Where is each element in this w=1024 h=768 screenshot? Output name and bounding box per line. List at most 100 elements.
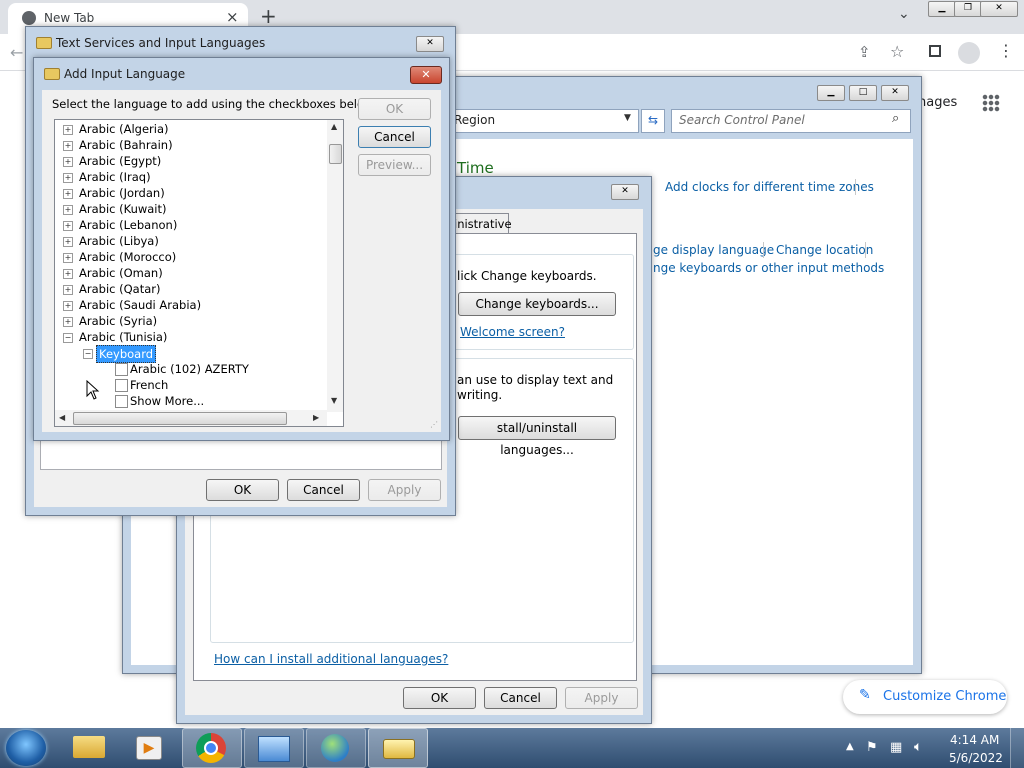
volume-icon[interactable]: 🔈︎	[914, 739, 922, 755]
preview-button[interactable]: Preview...	[358, 154, 431, 176]
keyboard-option-checkbox[interactable]	[115, 395, 128, 408]
clock-date[interactable]: 5/6/2022	[949, 751, 1003, 765]
cp-minimize-button[interactable]: ▁	[817, 85, 845, 101]
chrome-menu-icon[interactable]: ⋮	[998, 41, 1014, 60]
change-location-link[interactable]: Change location	[776, 243, 873, 257]
region-close-button[interactable]: ✕	[611, 184, 639, 200]
images-link-partial[interactable]: nages	[918, 95, 957, 110]
show-desktop-button[interactable]	[1010, 728, 1024, 768]
action-center-flag-icon[interactable]: ⚑	[866, 740, 878, 755]
text-services-close-button[interactable]: ✕	[416, 36, 444, 52]
customize-chrome-button[interactable]: ✎ Customize Chrome	[843, 680, 1007, 714]
tree-language-item[interactable]: Arabic (Qatar)	[79, 281, 160, 297]
taskbar-chrome-button[interactable]	[182, 728, 242, 768]
share-icon[interactable]: ⇪	[858, 43, 871, 61]
ts-ok-button[interactable]: OK	[206, 479, 279, 501]
tree-expand-icon[interactable]: +	[63, 173, 73, 183]
taskbar-keyboard-button[interactable]	[368, 728, 428, 768]
scroll-left-arrow-icon[interactable]: ◀	[59, 413, 65, 422]
tree-language-item[interactable]: Arabic (Egypt)	[79, 153, 161, 169]
change-keyboards-link[interactable]: nge keyboards or other input methods	[653, 261, 884, 275]
tree-vertical-scrollbar[interactable]: ▲ ▼	[327, 120, 343, 412]
region-cancel-button[interactable]: Cancel	[484, 687, 557, 709]
tree-expand-icon[interactable]: +	[63, 301, 73, 311]
keyboard-option-checkbox[interactable]	[115, 363, 128, 376]
tree-expand-icon[interactable]: +	[63, 253, 73, 263]
tree-expand-icon[interactable]: +	[63, 221, 73, 231]
tray-expand-icon[interactable]: ▲	[846, 741, 854, 752]
tree-collapse-icon[interactable]: −	[83, 349, 93, 359]
taskbar-explorer-button[interactable]	[60, 728, 118, 766]
region-ok-button[interactable]: OK	[403, 687, 476, 709]
tab-administrative[interactable]: inistrative	[447, 213, 512, 234]
tree-language-item[interactable]: Arabic (Kuwait)	[79, 201, 167, 217]
scroll-up-arrow-icon[interactable]: ▲	[331, 122, 337, 131]
keyboard-option-checkbox[interactable]	[115, 379, 128, 392]
cp-address-bar[interactable]: Region ▼	[449, 109, 639, 133]
tree-horizontal-scrollbar[interactable]: ◀ ▶	[55, 410, 327, 426]
tree-expand-icon[interactable]: +	[63, 189, 73, 199]
chrome-minimize-button[interactable]: ▁	[928, 1, 956, 17]
tree-language-item[interactable]: Arabic (Libya)	[79, 233, 159, 249]
new-tab-icon[interactable]: +	[260, 4, 277, 28]
ts-cancel-button[interactable]: Cancel	[287, 479, 360, 501]
tree-language-item[interactable]: Arabic (Jordan)	[79, 185, 165, 201]
chrome-restore-button[interactable]: ❐	[954, 1, 982, 17]
search-icon[interactable]: ⌕	[892, 111, 899, 126]
back-arrow-icon[interactable]: ←	[10, 43, 23, 62]
keyboard-option-label[interactable]: Show More...	[130, 393, 204, 409]
tree-language-item[interactable]: Arabic (Morocco)	[79, 249, 176, 265]
scroll-right-arrow-icon[interactable]: ▶	[313, 413, 319, 422]
tree-language-item[interactable]: Arabic (Tunisia)	[79, 329, 167, 345]
taskbar-control-panel-button[interactable]	[244, 728, 304, 768]
cp-refresh-button[interactable]: ⇆	[641, 109, 665, 133]
tree-expand-icon[interactable]: +	[63, 205, 73, 215]
tree-language-item[interactable]: Arabic (Bahrain)	[79, 137, 173, 153]
cp-maximize-button[interactable]: □	[849, 85, 877, 101]
add-input-ok-button[interactable]: OK	[358, 98, 431, 120]
cp-close-button[interactable]: ✕	[881, 85, 909, 101]
scroll-down-arrow-icon[interactable]: ▼	[331, 396, 337, 405]
tree-expand-icon[interactable]: +	[63, 125, 73, 135]
hscroll-thumb[interactable]	[73, 412, 287, 425]
ts-apply-button[interactable]: Apply	[368, 479, 441, 501]
tree-expand-icon[interactable]: +	[63, 269, 73, 279]
tree-collapse-icon[interactable]: −	[63, 333, 73, 343]
profile-avatar-icon[interactable]	[958, 42, 980, 64]
keyboard-option-label[interactable]: Arabic (102) AZERTY	[130, 361, 249, 377]
change-display-language-link[interactable]: ge display language	[653, 243, 774, 257]
bookmark-star-icon[interactable]: ☆	[890, 42, 904, 61]
add-clocks-link[interactable]: Add clocks for different time zones	[665, 180, 874, 194]
clock-time[interactable]: 4:14 AM	[950, 733, 999, 747]
google-apps-icon[interactable]	[982, 94, 1000, 112]
keyboard-option-label[interactable]: French	[130, 377, 168, 393]
tree-language-item[interactable]: Arabic (Saudi Arabia)	[79, 297, 201, 313]
tab-close-icon[interactable]: ×	[226, 8, 239, 26]
install-languages-button[interactable]: stall/uninstall languages...	[458, 416, 616, 457]
tree-language-item[interactable]: Arabic (Iraq)	[79, 169, 151, 185]
cp-search-input[interactable]: Search Control Panel ⌕	[671, 109, 911, 133]
network-icon[interactable]: ▦	[890, 740, 902, 755]
tree-expand-icon[interactable]: +	[63, 237, 73, 247]
taskbar-media-button[interactable]: ▶	[120, 728, 178, 766]
change-keyboards-button[interactable]: Change keyboards...	[458, 292, 616, 316]
start-button[interactable]	[6, 730, 46, 766]
tree-language-item[interactable]: Arabic (Syria)	[79, 313, 157, 329]
side-panel-icon[interactable]	[929, 45, 941, 57]
region-apply-button[interactable]: Apply	[565, 687, 638, 709]
tree-expand-icon[interactable]: +	[63, 141, 73, 151]
tree-expand-icon[interactable]: +	[63, 285, 73, 295]
address-dropdown-icon[interactable]: ▼	[624, 113, 631, 123]
add-input-close-button[interactable]: ✕	[410, 66, 442, 84]
tree-language-item[interactable]: Arabic (Algeria)	[79, 121, 169, 137]
tree-expand-icon[interactable]: +	[63, 157, 73, 167]
taskbar-region-button[interactable]	[306, 728, 366, 768]
tree-language-item[interactable]: Arabic (Lebanon)	[79, 217, 177, 233]
chrome-close-button[interactable]: ✕	[980, 1, 1018, 17]
install-help-link[interactable]: How can I install additional languages?	[214, 652, 448, 666]
tree-language-item[interactable]: Arabic (Oman)	[79, 265, 163, 281]
resize-grip-icon[interactable]: ⋰	[430, 420, 438, 429]
welcome-screen-link[interactable]: Welcome screen?	[460, 325, 565, 339]
add-input-cancel-button[interactable]: Cancel	[358, 126, 431, 148]
tree-expand-icon[interactable]: +	[63, 317, 73, 327]
